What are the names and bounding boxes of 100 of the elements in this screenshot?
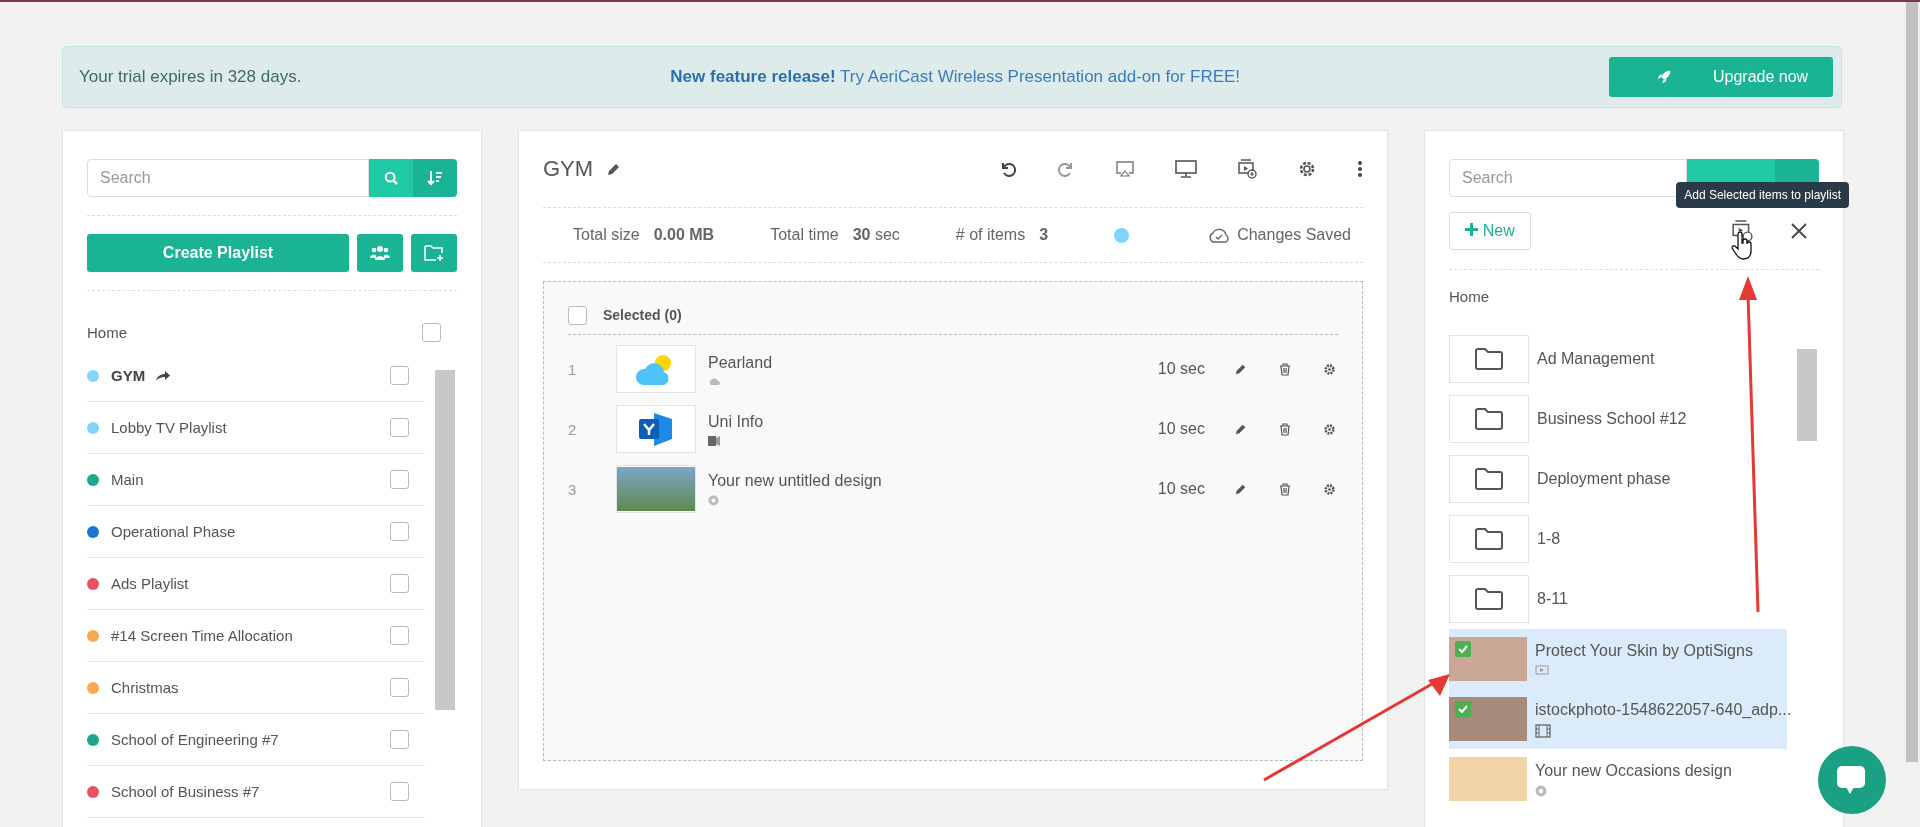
playlist-name: School of Business #7: [111, 783, 260, 800]
edit-icon[interactable]: [607, 162, 622, 176]
playlist-name: Christmas: [111, 679, 179, 696]
folder-item[interactable]: 8-11: [1449, 569, 1787, 629]
item-duration: 10 sec: [1157, 360, 1205, 378]
settings-icon[interactable]: [1323, 422, 1336, 436]
video-icon: [1535, 665, 1549, 676]
app-icon: [708, 435, 720, 446]
checkbox[interactable]: [390, 626, 409, 645]
trash-icon[interactable]: [1279, 362, 1291, 376]
checkbox[interactable]: [390, 678, 409, 697]
checkbox[interactable]: [390, 574, 409, 593]
checkbox[interactable]: [422, 323, 441, 342]
playlist-name: Main: [111, 471, 144, 488]
folder-icon: [1475, 468, 1503, 490]
folder-name: Deployment phase: [1537, 470, 1671, 488]
folder-item[interactable]: 1-8: [1449, 509, 1787, 569]
playlist-item[interactable]: School of Engineering #7: [87, 714, 425, 766]
folder-name: 8-11: [1537, 590, 1568, 608]
folder-item[interactable]: Deployment phase: [1449, 449, 1787, 509]
item-duration: 10 sec: [1157, 480, 1205, 498]
checkbox[interactable]: [390, 366, 409, 385]
hand-cursor-icon: [1731, 232, 1753, 260]
checkbox[interactable]: [390, 470, 409, 489]
add-to-playlist-icon[interactable]: [1237, 159, 1257, 179]
checkbox[interactable]: [390, 730, 409, 749]
cast-icon[interactable]: [1115, 160, 1135, 178]
settings-icon[interactable]: [1323, 362, 1336, 376]
search-icon: [384, 171, 398, 185]
folder-icon: [1475, 408, 1503, 430]
playlist-item[interactable]: Christmas: [87, 662, 425, 714]
checkbox[interactable]: [390, 418, 409, 437]
status-dot: [1114, 227, 1130, 243]
playlist-name: Ads Playlist: [111, 575, 189, 592]
selected-count: Selected (0): [603, 307, 682, 323]
item-name: Your new untitled design: [708, 472, 882, 490]
stat-value: 3: [1039, 226, 1049, 244]
stat-value: 0.00 MB: [653, 226, 715, 244]
trial-text: Your trial expires in 328 days.: [79, 67, 302, 87]
media-name: Your new Occasions design: [1535, 761, 1732, 780]
media-item[interactable]: Your new Occasions design: [1449, 749, 1787, 809]
search-field[interactable]: Search: [87, 159, 369, 197]
playlist-item[interactable]: #14 Screen Time Allocation: [87, 610, 425, 662]
cloud-icon: [708, 376, 720, 385]
new-folder-button[interactable]: [411, 234, 457, 272]
folder-name: Business School #12: [1537, 410, 1687, 428]
media-item[interactable]: Protect Your Skin by OptiSigns: [1449, 629, 1787, 689]
checkbox[interactable]: [390, 522, 409, 541]
item-number: 3: [568, 480, 578, 498]
monitor-icon[interactable]: [1175, 160, 1197, 178]
cloud-check-icon: [1207, 227, 1232, 243]
stat-label: # of items: [955, 226, 1026, 244]
more-options-icon[interactable]: [1357, 160, 1363, 178]
edit-icon[interactable]: [1235, 483, 1247, 495]
undo-icon[interactable]: [999, 160, 1017, 178]
trash-icon[interactable]: [1279, 482, 1291, 496]
folder-icon: [1475, 588, 1503, 610]
playlist-title: GYM: [543, 156, 594, 182]
trash-icon[interactable]: [1279, 422, 1291, 436]
folder-name: 1-8: [1537, 530, 1561, 548]
settings-icon[interactable]: [1323, 482, 1336, 496]
item-number: 1: [568, 360, 578, 378]
close-icon[interactable]: [1791, 223, 1807, 239]
playlist-item[interactable]: GYM: [87, 350, 425, 402]
folder-item[interactable]: Business School #12: [1449, 389, 1787, 449]
design-icon: [708, 495, 719, 506]
checkbox[interactable]: [390, 782, 409, 801]
folder-name: Ad Management: [1537, 350, 1655, 368]
playlist-name: #14 Screen Time Allocation: [111, 627, 293, 644]
playlist-item[interactable]: Lobby TV Playlist: [87, 402, 425, 454]
stat-label: Total time: [770, 226, 839, 244]
edit-icon[interactable]: [1235, 363, 1247, 375]
playlist-item[interactable]: School of Business #7: [87, 766, 425, 818]
edit-icon[interactable]: [1235, 423, 1247, 435]
settings-icon[interactable]: [1297, 159, 1317, 179]
media-name: Protect Your Skin by OptiSigns: [1535, 642, 1753, 660]
folder-icon: [1475, 348, 1503, 370]
check-icon: [1455, 701, 1471, 717]
design-icon: [1535, 784, 1547, 797]
share-arrow-icon: [155, 369, 172, 382]
chat-bubble-icon: [1836, 765, 1868, 795]
plus-icon: [1465, 223, 1479, 236]
tooltip: Add Selected items to playlist: [1676, 182, 1849, 208]
folder-plus-icon: [424, 244, 444, 262]
stat-label: Total size: [573, 226, 640, 244]
playlist-item[interactable]: Main: [87, 454, 425, 506]
item-duration: 10 sec: [1157, 420, 1205, 438]
playlist-name: GYM: [111, 367, 146, 384]
group-button[interactable]: [357, 234, 403, 272]
playlist-name: Operational Phase: [111, 523, 236, 540]
playlist-item[interactable]: Operational Phase: [87, 506, 425, 558]
playlist-name: Lobby TV Playlist: [111, 419, 227, 436]
folder-item[interactable]: Ad Management: [1449, 329, 1787, 389]
breadcrumb: Home: [1449, 288, 1490, 305]
item-number: 2: [568, 420, 578, 438]
playlist-item[interactable]: Ads Playlist: [87, 558, 425, 610]
item-name: Uni Info: [708, 412, 764, 431]
select-all-checkbox[interactable]: [568, 305, 587, 325]
users-icon: [370, 245, 390, 261]
redo-icon[interactable]: [1057, 160, 1075, 178]
